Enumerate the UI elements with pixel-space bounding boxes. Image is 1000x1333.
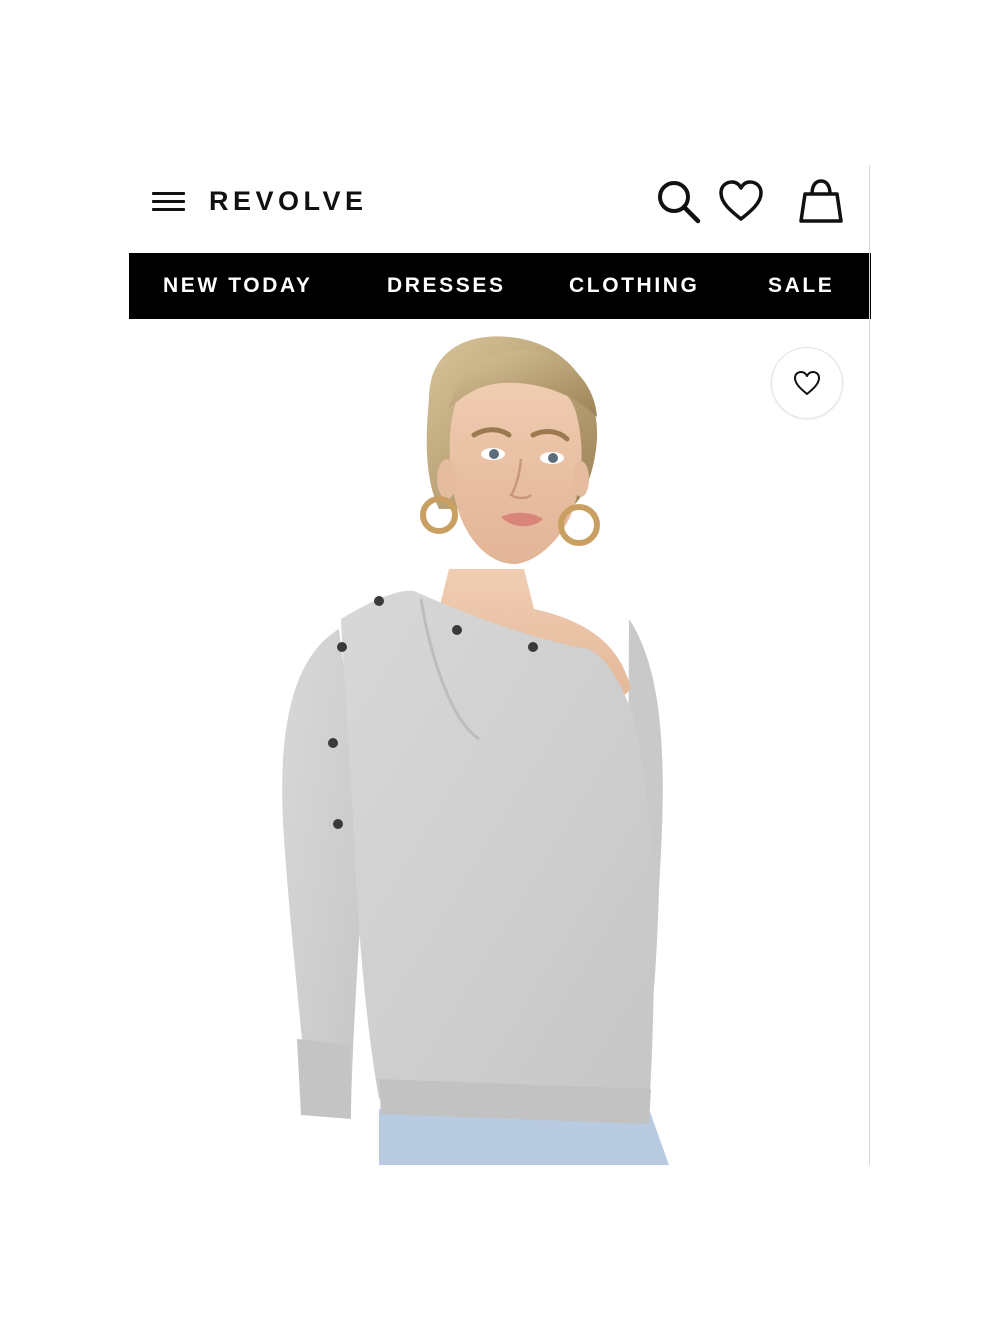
wishlist-button[interactable] [771,347,843,419]
product-image-area [129,319,871,1165]
hamburger-menu-icon[interactable] [151,191,187,219]
heart-icon[interactable] [717,177,765,225]
category-nav: NEW TODAY DRESSES CLOTHING SALE [129,253,871,319]
shopping-bag-icon[interactable] [797,177,845,225]
site-header: REVOLVE [129,165,871,253]
mobile-screen: REVOLVE NEW TODAY DRESSES CLOTHING SALE [129,165,871,1165]
screen-border [869,165,870,1165]
nav-sale[interactable]: SALE [768,253,834,319]
search-icon[interactable] [654,177,702,225]
heart-outline-icon [794,371,820,395]
nav-dresses[interactable]: DRESSES [387,253,506,319]
nav-new-today[interactable]: NEW TODAY [163,253,312,319]
product-photo[interactable] [129,319,871,1165]
site-logo[interactable]: REVOLVE [209,183,368,219]
nav-clothing[interactable]: CLOTHING [569,253,699,319]
